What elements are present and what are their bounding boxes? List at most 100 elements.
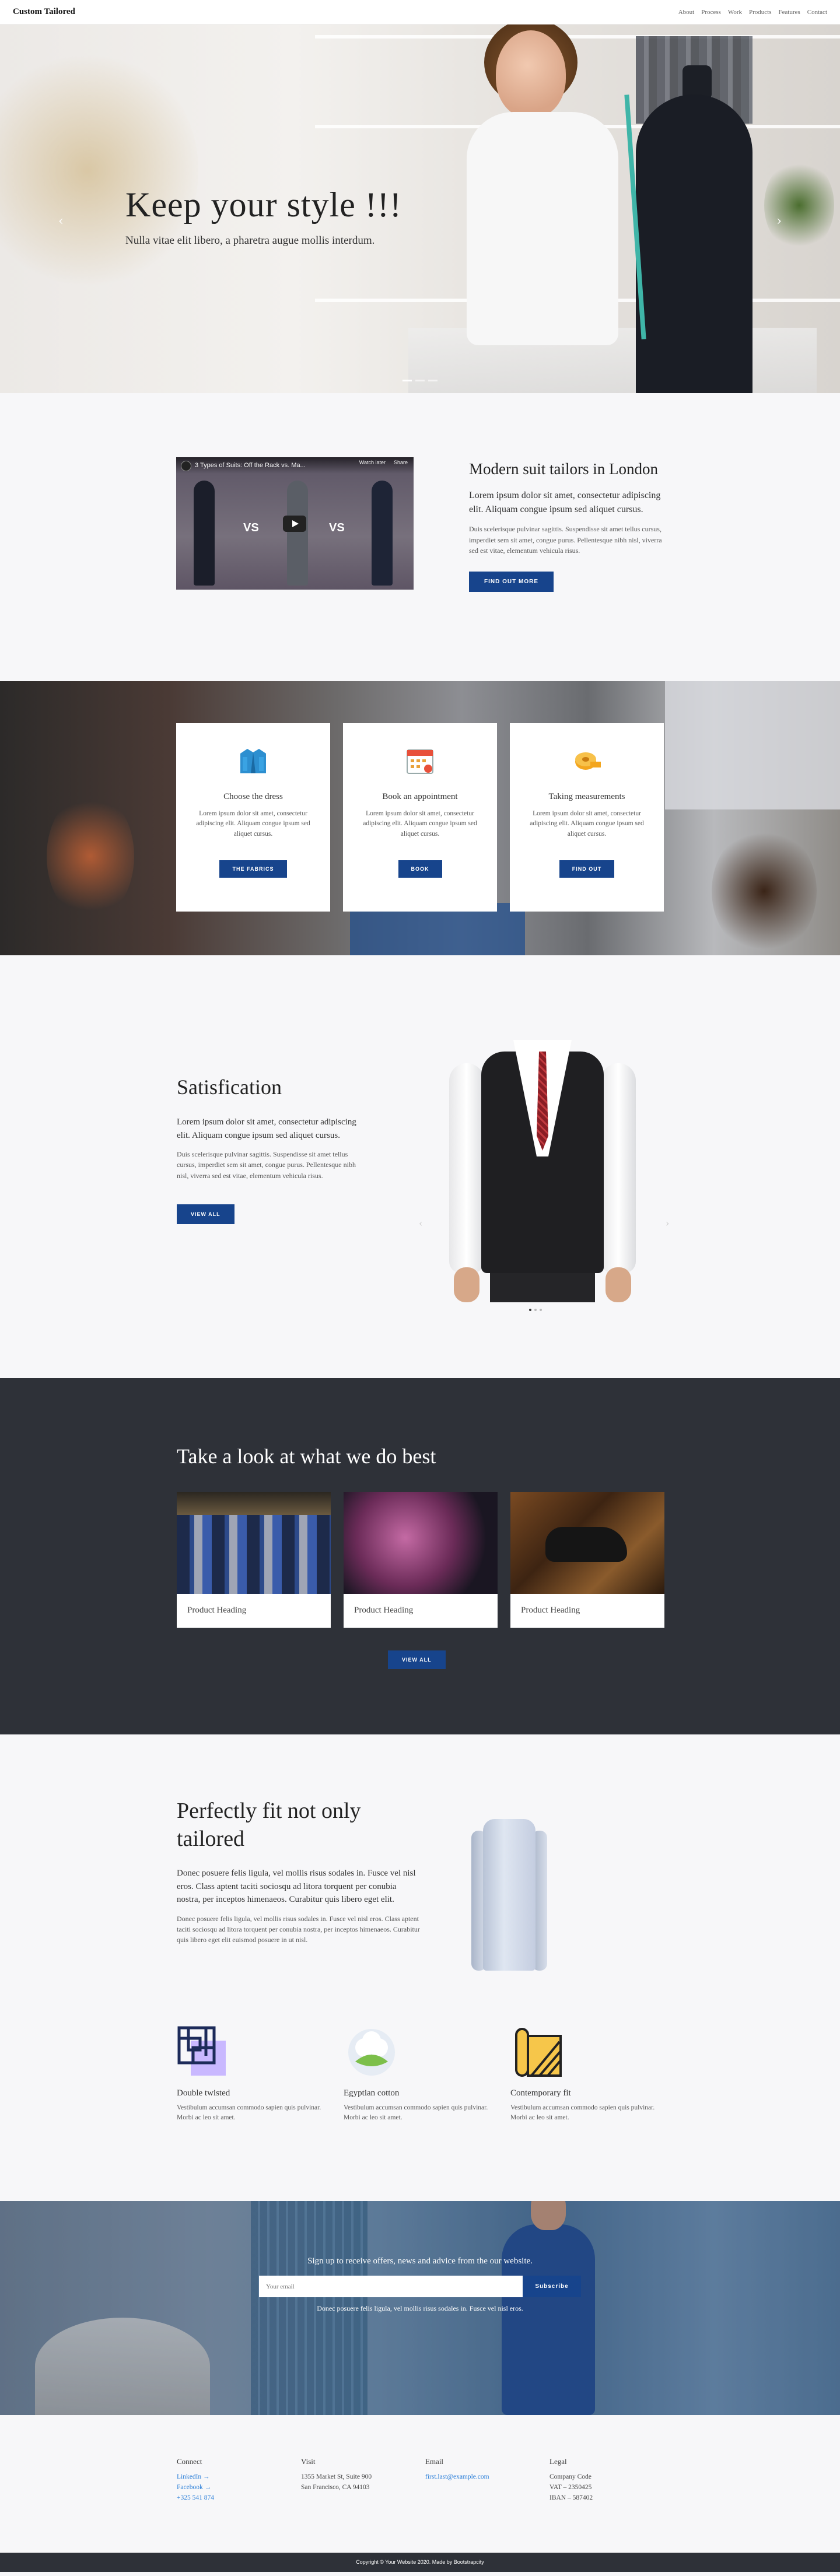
- hero-indicators: [402, 380, 438, 381]
- dress-shirt-image: [471, 1813, 547, 1976]
- view-all-button[interactable]: View all: [177, 1204, 235, 1225]
- about-section: 3 Types of Suits: Off the Rack vs. Ma...…: [0, 393, 840, 681]
- suit-figure: [194, 481, 215, 586]
- features-section: Perfectly fit not only tailored Donec po…: [0, 1734, 840, 2201]
- satisfaction-section: Satisfication Lorem ipsum dolor sit amet…: [0, 955, 840, 1378]
- satisfaction-text: Satisfication Lorem ipsum dolor sit amet…: [177, 1075, 363, 1225]
- process-cards: Choose the dress Lorem ipsum dolor sit a…: [176, 723, 664, 912]
- nav-link-products[interactable]: Products: [749, 9, 772, 16]
- about-title: Modern suit tailors in London: [469, 460, 658, 478]
- about-lead: Lorem ipsum dolor sit amet, consectetur …: [469, 490, 661, 514]
- process-card-title: Choose the dress: [223, 792, 283, 801]
- watch-later-button[interactable]: Watch later: [359, 460, 386, 465]
- product-card[interactable]: Product Heading: [177, 1492, 331, 1628]
- process-card: Book an appointment Lorem ipsum dolor si…: [343, 723, 497, 912]
- subscribe-form: Sign up to receive offers, news and advi…: [0, 2256, 840, 2313]
- process-card-text: Lorem ipsum dolor sit amet, consectetur …: [363, 810, 477, 837]
- footer-heading: Legal: [550, 2457, 567, 2466]
- nav-link-process[interactable]: Process: [701, 9, 721, 16]
- about-text: Modern suit tailors in London Lorem ipsu…: [469, 460, 667, 592]
- satisfaction-body: Duis scelerisque pulvinar sagittis. Susp…: [177, 1149, 356, 1180]
- linkedin-link[interactable]: LinkedIn →: [177, 2472, 301, 2483]
- process-card-text: Lorem ipsum dolor sit amet, consectetur …: [530, 810, 644, 837]
- nav-links: About Process Work Products Features Con…: [678, 9, 827, 16]
- hero-mannequin-image: [636, 65, 752, 393]
- the-fabrics-button[interactable]: The fabrics: [219, 860, 287, 878]
- email-link[interactable]: first.last@example.com: [425, 2472, 550, 2483]
- hero-bokeh: [0, 48, 198, 293]
- hero-title: Keep your style !!!: [125, 185, 402, 224]
- product-card[interactable]: Product Heading: [344, 1492, 498, 1628]
- footer-legal: Legal Company Code VAT – 2350425 IBAN – …: [550, 2457, 674, 2503]
- subscribe-section: Sign up to receive offers, news and advi…: [0, 2201, 840, 2415]
- copyright-bar: Copyright © Your Website 2020. Made by B…: [0, 2553, 840, 2572]
- footer-heading: Email: [425, 2457, 444, 2466]
- address-line: 1355 Market St, Suite 900: [301, 2473, 372, 2480]
- footer-heading: Visit: [301, 2457, 316, 2466]
- features-text: Perfectly fit not only tailored Donec po…: [177, 1797, 422, 1945]
- phone-link[interactable]: +325 541 874: [177, 2493, 301, 2504]
- hero-indicator[interactable]: [402, 380, 412, 381]
- hero-indicator[interactable]: [415, 380, 425, 381]
- process-card: Taking measurements Lorem ipsum dolor si…: [510, 723, 664, 912]
- features-body: Donec posuere felis ligula, vel mollis r…: [177, 1914, 420, 1944]
- view-all-products-button[interactable]: View all: [388, 1650, 446, 1669]
- vs-label: VS: [329, 521, 345, 534]
- find-out-button[interactable]: Find out: [559, 860, 615, 878]
- vs-label: VS: [243, 521, 259, 534]
- suits-rack-image: [177, 1492, 331, 1594]
- footer-heading: Connect: [177, 2457, 202, 2466]
- play-icon[interactable]: [283, 516, 306, 532]
- footer-columns: Connect LinkedIn → Facebook → +325 541 8…: [177, 2457, 674, 2503]
- work-section: Take a look at what we do best Product H…: [0, 1378, 840, 1734]
- hero-caption: Keep your style !!! Nulla vitae elit lib…: [125, 185, 402, 247]
- feature-title: Contemporary fit: [510, 2088, 571, 2098]
- features-title: Perfectly fit not only tailored: [177, 1799, 361, 1851]
- satisfaction-lead: Lorem ipsum dolor sit amet, consectetur …: [177, 1117, 356, 1141]
- carousel-prev-arrow[interactable]: ‹: [419, 1218, 422, 1229]
- feature-text: Vestibulum accumsan commodo sapien quis …: [344, 2104, 488, 2122]
- feature-list: Double twisted Vestibulum accumsan commo…: [177, 2024, 664, 2123]
- hero-indicator[interactable]: [428, 380, 438, 381]
- nav-link-about[interactable]: About: [678, 9, 695, 16]
- product-heading: Product Heading: [521, 1606, 580, 1615]
- process-card-title: Taking measurements: [548, 792, 625, 801]
- hero-plant: [764, 159, 834, 252]
- feature-item: Double twisted Vestibulum accumsan commo…: [177, 2024, 331, 2123]
- about-body: Duis scelerisque pulvinar sagittis. Susp…: [469, 525, 662, 555]
- email-input[interactable]: [259, 2276, 523, 2297]
- suit-figure: [287, 481, 308, 586]
- hero-prev-arrow[interactable]: ‹: [58, 214, 64, 229]
- find-out-more-button[interactable]: Find out more: [469, 571, 554, 592]
- youtube-video[interactable]: 3 Types of Suits: Off the Rack vs. Ma...…: [176, 457, 414, 590]
- footer: Connect LinkedIn → Facebook → +325 541 8…: [0, 2415, 840, 2553]
- product-heading: Product Heading: [354, 1606, 414, 1615]
- knot-pattern-icon: [177, 2026, 226, 2076]
- legal-line: IBAN – 587402: [550, 2494, 593, 2501]
- legal-line: Company Code: [550, 2473, 592, 2480]
- address-line: San Francisco, CA 94103: [301, 2483, 370, 2491]
- book-button[interactable]: Book: [398, 860, 442, 878]
- carousel-indicator[interactable]: [534, 1309, 537, 1311]
- share-button[interactable]: Share: [394, 460, 408, 465]
- brand-logo[interactable]: Custom Tailored: [13, 7, 75, 17]
- footer-visit: Visit 1355 Market St, Suite 900 San Fran…: [301, 2457, 425, 2503]
- satisfaction-title: Satisfication: [177, 1075, 282, 1099]
- facebook-link[interactable]: Facebook →: [177, 2483, 301, 2493]
- carousel-indicator[interactable]: [540, 1309, 542, 1311]
- carousel-indicators: [529, 1309, 542, 1311]
- top-nav: Custom Tailored About Process Work Produ…: [0, 0, 840, 24]
- nav-link-work[interactable]: Work: [728, 9, 742, 16]
- product-card[interactable]: Product Heading: [510, 1492, 664, 1628]
- feature-title: Egyptian cotton: [344, 2088, 400, 2098]
- hero-tailor-image: [461, 24, 636, 393]
- hero-next-arrow[interactable]: ›: [776, 214, 782, 229]
- feature-text: Vestibulum accumsan commodo sapien quis …: [510, 2104, 655, 2122]
- nav-link-contact[interactable]: Contact: [807, 9, 827, 16]
- nav-link-features[interactable]: Features: [779, 9, 800, 16]
- subscribe-button[interactable]: Subscribe: [523, 2276, 581, 2297]
- carousel-next-arrow[interactable]: ›: [666, 1218, 669, 1229]
- hero-subtitle: Nulla vitae elit libero, a pharetra augu…: [125, 234, 375, 247]
- carousel-indicator[interactable]: [529, 1309, 531, 1311]
- hero-carousel: ‹ › Keep your style !!! Nulla vitae elit…: [0, 24, 840, 393]
